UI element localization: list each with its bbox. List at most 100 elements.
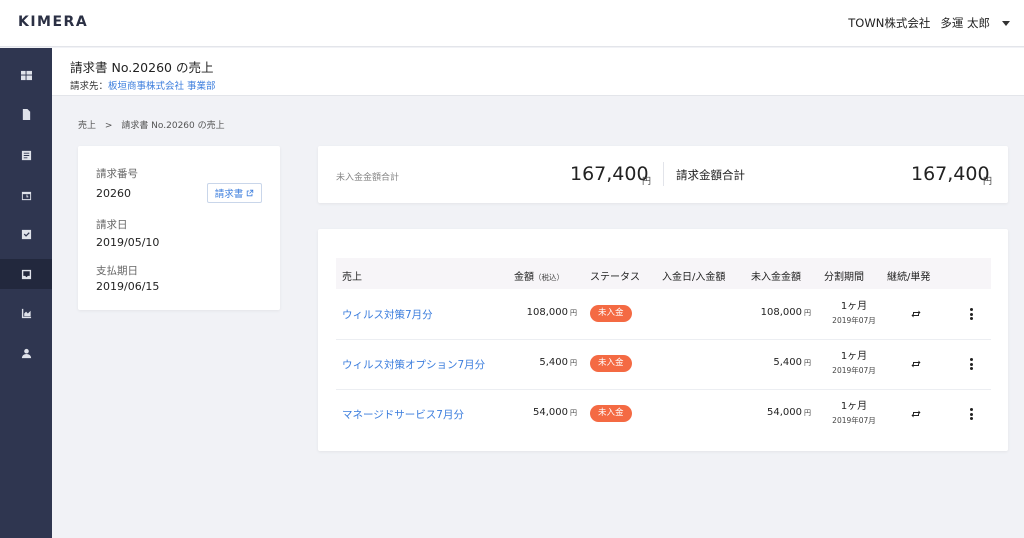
header-amount: 金額（税込）: [514, 268, 564, 283]
billed-total-label: 請求金額合計: [676, 168, 745, 182]
chart-icon: [21, 308, 31, 318]
top-bar: KIMERA TOWN株式会社 多運 太郎: [0, 0, 1024, 47]
page-title: 請求書 No.20260 の売上: [70, 60, 214, 75]
header-amount-note: （税込）: [534, 273, 564, 282]
unpaid-value: 54,000: [767, 407, 802, 418]
period-value: 1ヶ月: [840, 301, 868, 312]
sidebar-item-users[interactable]: [0, 338, 52, 368]
unpaid-cell: 108,000 円: [761, 307, 811, 318]
checkbox-icon: [21, 229, 31, 239]
billing-to-link[interactable]: 板垣商事株式会社 事業部: [108, 81, 216, 92]
sales-table-card: 売上 金額（税込） ステータス 入金日/入金額 未入金金額 分割期間 継続/単発…: [318, 229, 1008, 451]
period-month: 2019年07月: [832, 416, 876, 425]
amount-unit: 円: [570, 409, 577, 417]
table-row: マネージドサービス7月分 54,000 円 未入金 54,000 円 1ヶ月 2019…: [336, 390, 991, 440]
amount-value: 108,000: [526, 307, 568, 318]
header-status: ステータス: [590, 272, 640, 283]
breadcrumb-current: 請求書 No.20260 の売上: [121, 121, 225, 131]
unpaid-value: 5,400: [773, 357, 802, 368]
unpaid-total-unit: 円: [642, 177, 652, 187]
app-logo[interactable]: KIMERA: [18, 14, 88, 30]
table-header: 売上 金額（税込） ステータス 入金日/入金額 未入金金額 分割期間 継続/単発: [336, 258, 991, 289]
invoice-number-label: 請求番号: [96, 168, 138, 180]
status-badge: 未入金: [590, 355, 632, 372]
totals-card: 未入金金額合計 167,400 円 請求金額合計 167,400 円: [318, 146, 1008, 203]
period-cell: 1ヶ月 2019年07月: [824, 300, 884, 328]
period-month: 2019年07月: [832, 366, 876, 375]
sales-item-link[interactable]: ウィルス対策オプション7月分: [342, 357, 485, 372]
row-menu-icon[interactable]: [968, 356, 974, 372]
header-period: 分割期間: [824, 272, 864, 283]
repeat-icon: [911, 310, 921, 318]
sidebar-item-documents[interactable]: [0, 99, 52, 129]
amount-cell: 54,000 円: [533, 407, 577, 418]
amount-unit: 円: [570, 359, 577, 367]
unpaid-total-value: 167,400: [570, 163, 649, 185]
unpaid-unit: 円: [804, 359, 811, 367]
external-link-icon: [247, 189, 254, 197]
amount-cell: 5,400 円: [539, 357, 577, 368]
company-name: TOWN株式会社: [848, 16, 931, 30]
breadcrumb-separator: >: [104, 121, 113, 131]
unpaid-total-label: 未入金金額合計: [336, 173, 400, 183]
invoice-date-label: 請求日: [96, 219, 128, 231]
sales-item-link[interactable]: マネージドサービス7月分: [342, 407, 464, 422]
breadcrumb: 売上 > 請求書 No.20260 の売上: [78, 118, 225, 131]
unpaid-unit: 円: [804, 409, 811, 417]
billing-to: 請求先：板垣商事株式会社 事業部: [70, 78, 216, 92]
page-header: 請求書 No.20260 の売上 請求先：板垣商事株式会社 事業部: [52, 48, 1024, 96]
user-name: 多運 太郎: [940, 16, 990, 30]
invoice-info-card: 請求番号 20260 請求書 請求日 2019/05/10 支払期日 2019/…: [78, 146, 280, 310]
billed-total-value: 167,400: [911, 163, 990, 185]
invoice-document-button[interactable]: 請求書: [207, 183, 262, 203]
due-date-label: 支払期日: [96, 265, 138, 277]
header-type: 継続/単発: [887, 272, 931, 283]
due-date-value: 2019/06/15: [96, 280, 160, 293]
amount-unit: 円: [570, 309, 577, 317]
sidebar-item-list[interactable]: [0, 140, 52, 170]
invoice-number-value: 20260: [96, 187, 131, 200]
totals-divider: [663, 162, 664, 186]
invoice-document-label: 請求書: [214, 189, 244, 200]
table-row: ウィルス対策オプション7月分 5,400 円 未入金 5,400 円 1ヶ月 2019…: [336, 340, 991, 390]
amount-cell: 108,000 円: [527, 307, 577, 318]
period-value: 1ヶ月: [840, 401, 868, 412]
document-icon: [22, 108, 30, 120]
period-cell: 1ヶ月 2019年07月: [824, 400, 884, 428]
billed-total-unit: 円: [983, 177, 993, 187]
sidebar-item-calendar[interactable]: [0, 180, 52, 210]
period-value: 1ヶ月: [840, 351, 868, 362]
header-amount-label: 金額: [514, 272, 534, 283]
account-menu[interactable]: TOWN株式会社 多運 太郎: [848, 15, 1010, 31]
status-badge: 未入金: [590, 405, 632, 422]
unpaid-cell: 54,000 円: [767, 407, 811, 418]
period-month: 2019年07月: [832, 316, 876, 325]
sidebar-item-tasks[interactable]: [0, 219, 52, 249]
breadcrumb-root[interactable]: 売上: [78, 121, 96, 131]
sidebar-item-sales[interactable]: [0, 259, 52, 289]
header-unpaid: 未入金金額: [751, 272, 801, 283]
unpaid-value: 108,000: [760, 307, 802, 318]
row-menu-icon[interactable]: [968, 406, 974, 422]
sidebar-item-reports[interactable]: [0, 298, 52, 328]
invoice-date-value: 2019/05/10: [96, 236, 160, 249]
chevron-down-icon[interactable]: [1002, 20, 1010, 26]
status-badge: 未入金: [590, 305, 632, 322]
billing-to-label: 請求先：: [70, 81, 109, 92]
dashboard-icon: [20, 70, 32, 80]
repeat-icon: [911, 410, 921, 418]
table-row: ウィルス対策7月分 108,000 円 未入金 108,000 円 1ヶ月 2019年…: [336, 290, 991, 340]
repeat-icon: [911, 360, 921, 368]
period-cell: 1ヶ月 2019年07月: [824, 350, 884, 378]
header-payment: 入金日/入金額: [662, 272, 726, 283]
sales-item-link[interactable]: ウィルス対策7月分: [342, 307, 433, 322]
list-icon: [21, 150, 31, 160]
inbox-icon: [21, 269, 31, 279]
user-icon: [21, 348, 31, 358]
calendar-icon: [21, 191, 31, 200]
amount-value: 54,000: [533, 407, 568, 418]
row-menu-icon[interactable]: [968, 306, 974, 322]
sidebar: [0, 48, 52, 538]
sidebar-item-dashboard[interactable]: [0, 60, 52, 90]
unpaid-cell: 5,400 円: [773, 357, 811, 368]
